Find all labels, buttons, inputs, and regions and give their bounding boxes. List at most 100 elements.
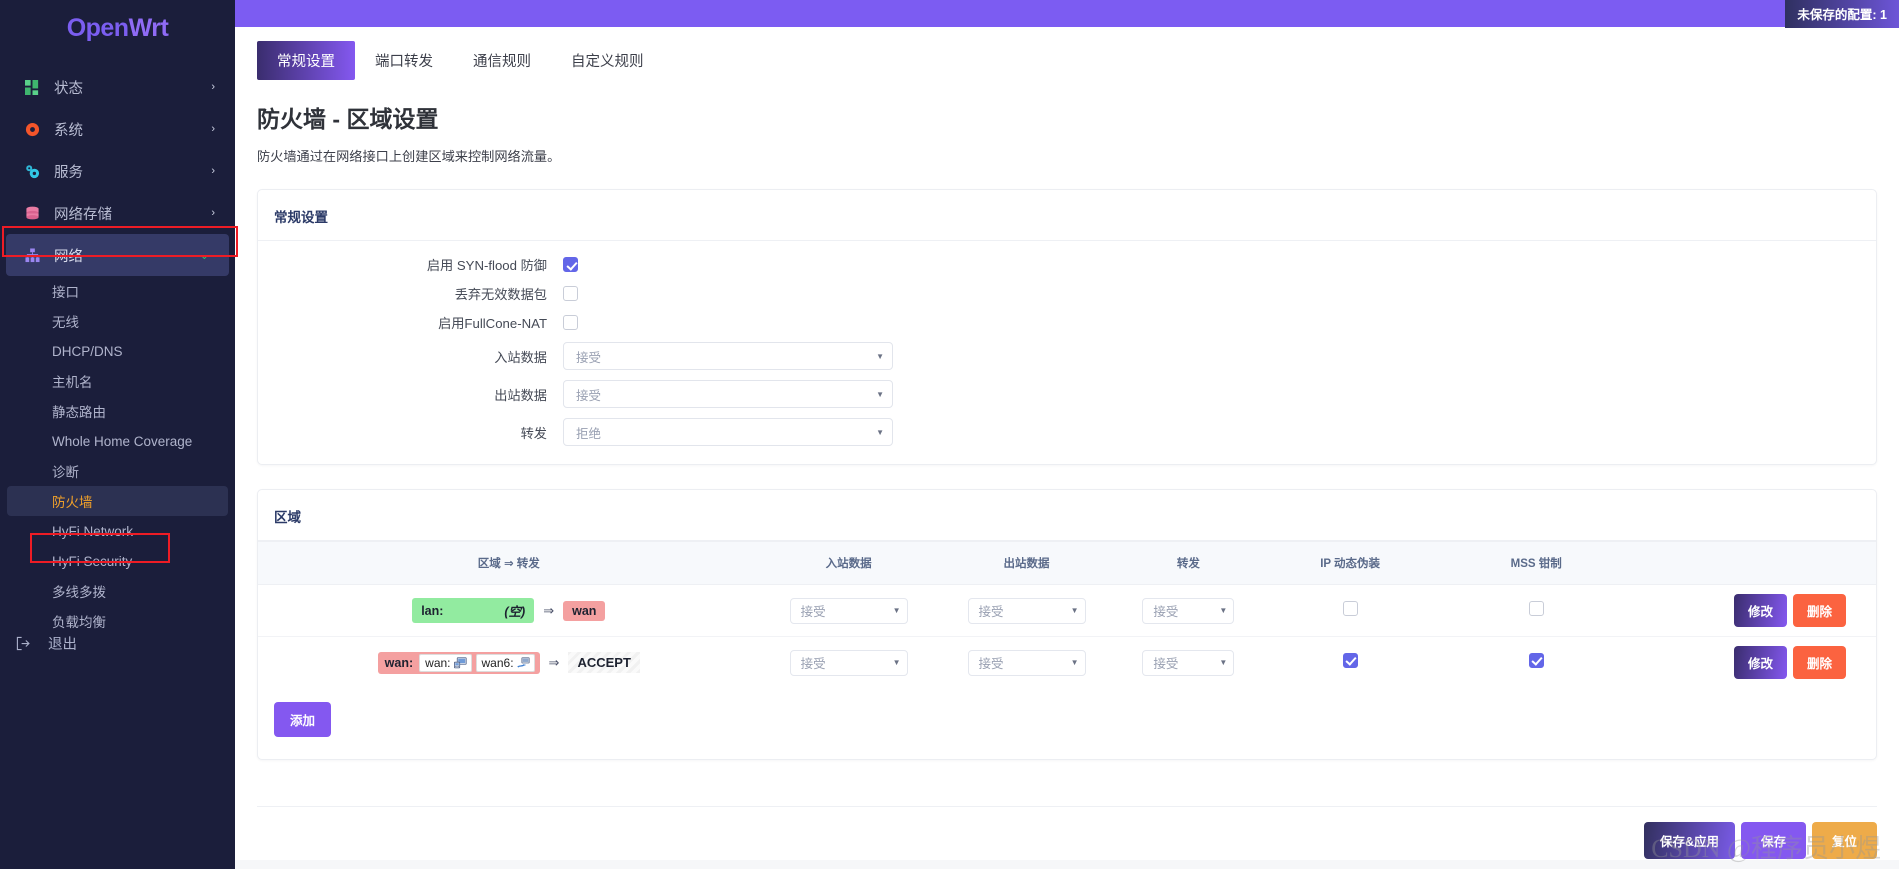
zone-chain-wan: wan: wan: wan6: ⇒ ACCEPT — [258, 651, 760, 674]
zone-tag-wan[interactable]: wan: wan: wan6: — [377, 651, 540, 674]
edit-zone-button[interactable]: 修改 — [1733, 646, 1787, 679]
select-zone-forward[interactable]: 接受 ▼ — [1142, 649, 1235, 676]
zone-tag-lan[interactable]: lan: (空) — [412, 598, 535, 623]
gear-icon — [22, 122, 42, 137]
chevron-down-icon: ▼ — [1070, 658, 1079, 667]
sidebar-subitem-hyfi-network[interactable]: HyFi Network — [0, 516, 235, 546]
sidebar-subitem-static-routes[interactable]: 静态路由 — [0, 396, 235, 426]
interface-chip-label: wan: — [425, 655, 451, 670]
checkbox-masquerading[interactable] — [1342, 652, 1358, 668]
logout-label: 退出 — [48, 637, 77, 653]
form-row-fullcone-nat: 启用FullCone-NAT — [258, 313, 1876, 332]
chevron-down-icon: ▼ — [892, 606, 901, 615]
select-input[interactable]: 接受 ▼ — [563, 342, 893, 370]
add-zone-button[interactable]: 添加 — [274, 702, 332, 737]
logout-button[interactable]: 退出 — [0, 633, 77, 654]
sidebar-item-label: 系统 — [54, 122, 83, 139]
sidebar-subitem-hyfi-security[interactable]: HyFi Security — [0, 546, 235, 576]
primary-nav: 状态 › 系统 › 服务 › 网络存储 › 网络 ⌄ 接口 无线 DHCP/DN… — [0, 66, 235, 636]
reset-button[interactable]: 复位 — [1811, 822, 1877, 859]
sidebar-item-status[interactable]: 状态 › — [0, 66, 235, 108]
chevron-right-icon: › — [211, 81, 215, 93]
delete-zone-button[interactable]: 删除 — [1792, 594, 1846, 627]
tab-traffic-rules[interactable]: 通信规则 — [453, 41, 551, 80]
label-output: 出站数据 — [494, 387, 547, 403]
sidebar-item-label: 状态 — [54, 80, 83, 97]
arrow-icon: ⇒ — [548, 654, 560, 670]
sidebar-subitem-wireless[interactable]: 无线 — [0, 306, 235, 336]
delete-zone-button[interactable]: 删除 — [1792, 646, 1846, 679]
chevron-down-icon: ▼ — [892, 658, 901, 667]
select-zone-output-value: 接受 — [978, 657, 1004, 671]
general-settings-body: 启用 SYN-flood 防御 丢弃无效数据包 启用FullCone-NAT 入… — [258, 241, 1876, 464]
col-mss-clamping: MSS 钳制 — [1439, 541, 1634, 585]
sidebar: Open Wrt 状态 › 系统 › 服务 › 网络存储 › 网络 ⌄ 接口 无… — [0, 0, 235, 869]
save-and-apply-button[interactable]: 保存&应用 — [1643, 822, 1735, 859]
general-settings-title: 常规设置 — [258, 190, 1876, 241]
tunnel-icon — [516, 656, 530, 669]
zone-target-wan[interactable]: wan — [563, 600, 606, 621]
sidebar-item-system[interactable]: 系统 › — [0, 108, 235, 150]
sidebar-subitem-interfaces[interactable]: 接口 — [0, 276, 235, 306]
cell-forward: 接受 ▼ — [1116, 637, 1262, 689]
zone-tag-empty: (空) — [504, 605, 526, 619]
cell-actions: 修改 删除 — [1633, 584, 1876, 637]
sidebar-item-label: 网络 — [54, 248, 83, 265]
form-row-input: 入站数据 接受 ▼ — [258, 342, 1876, 370]
status-icon — [22, 79, 42, 95]
table-row: wan: wan: wan6: ⇒ ACCEPT 接受 ▼ 接受 ▼ 接受 ▼ … — [258, 637, 1876, 689]
general-settings-card: 常规设置 启用 SYN-flood 防御 丢弃无效数据包 启用FullCone-… — [257, 189, 1877, 465]
sidebar-subitem-diagnostics[interactable]: 诊断 — [0, 456, 235, 486]
zone-target-accept[interactable]: ACCEPT — [568, 652, 640, 673]
cell-masquerading — [1261, 637, 1439, 689]
sidebar-item-services[interactable]: 服务 › — [0, 150, 235, 192]
select-forward[interactable]: 拒绝 ▼ — [563, 418, 893, 446]
sidebar-subitem-firewall[interactable]: 防火墙 — [7, 486, 228, 516]
form-row-output: 出站数据 接受 ▼ — [258, 380, 1876, 408]
checkbox-mss-clamping[interactable] — [1528, 652, 1544, 668]
zones-card: 区域 区域 ⇒ 转发 入站数据 出站数据 转发 IP 动态伪装 MSS 钳制 l… — [257, 489, 1877, 760]
edit-zone-button[interactable]: 修改 — [1733, 594, 1787, 627]
sidebar-item-network[interactable]: 网络 ⌄ — [6, 234, 229, 276]
tab-port-forwarding[interactable]: 端口转发 — [355, 41, 453, 80]
chevron-down-icon: ▼ — [1070, 606, 1079, 615]
page-title: 防火墙 - 区域设置 — [257, 106, 439, 132]
tab-custom-rules[interactable]: 自定义规则 — [551, 41, 664, 80]
select-zone-forward[interactable]: 接受 ▼ — [1142, 597, 1235, 624]
select-zone-input[interactable]: 接受 ▼ — [789, 597, 908, 624]
sidebar-subitem-load-balance[interactable]: 负载均衡 — [0, 606, 235, 636]
chevron-down-icon: ▼ — [876, 351, 884, 361]
unsaved-changes-badge[interactable]: 未保存的配置: 1 — [1785, 0, 1899, 28]
save-button[interactable]: 保存 — [1740, 822, 1806, 859]
zones-table: 区域 ⇒ 转发 入站数据 出站数据 转发 IP 动态伪装 MSS 钳制 lan:… — [258, 541, 1876, 688]
checkbox-fullcone-nat[interactable] — [563, 315, 578, 330]
zone-chain-cell: lan: (空) ⇒ wan — [258, 584, 760, 637]
select-zone-output[interactable]: 接受 ▼ — [967, 649, 1086, 676]
tab-general-settings[interactable]: 常规设置 — [257, 41, 355, 80]
select-zone-output[interactable]: 接受 ▼ — [967, 597, 1086, 624]
chevron-right-icon: › — [211, 165, 215, 177]
checkbox-drop-invalid[interactable] — [563, 286, 578, 301]
cell-input: 接受 ▼ — [760, 637, 938, 689]
arrow-icon: ⇒ — [543, 602, 555, 618]
select-zone-input[interactable]: 接受 ▼ — [789, 649, 908, 676]
select-output-value: 接受 — [576, 388, 602, 403]
label-fullcone-nat: 启用FullCone-NAT — [438, 316, 547, 331]
interface-chip-wan6[interactable]: wan6: — [475, 653, 535, 672]
chevron-down-icon: ▼ — [876, 427, 884, 437]
sidebar-subitem-dhcp-dns[interactable]: DHCP/DNS — [0, 336, 235, 366]
sidebar-subitem-hostname[interactable]: 主机名 — [0, 366, 235, 396]
chevron-right-icon: › — [211, 123, 215, 135]
sidebar-item-storage[interactable]: 网络存储 › — [0, 192, 235, 234]
checkbox-syn-flood[interactable] — [563, 257, 578, 272]
zone-chain-lan: lan: (空) ⇒ wan — [258, 598, 760, 623]
checkbox-mss-clamping[interactable] — [1528, 600, 1544, 616]
zone-chain-cell: wan: wan: wan6: ⇒ ACCEPT — [258, 637, 760, 689]
sidebar-subitem-whole-home-coverage[interactable]: Whole Home Coverage — [0, 426, 235, 456]
main-content: 未保存的配置: 1 常规设置 端口转发 通信规则 自定义规则 防火墙 - 区域设… — [235, 0, 1899, 869]
sidebar-subitem-multiwan[interactable]: 多线多拨 — [0, 576, 235, 606]
interface-chip-wan[interactable]: wan: — [419, 653, 472, 672]
select-output[interactable]: 接受 ▼ — [563, 380, 893, 408]
checkbox-masquerading[interactable] — [1342, 600, 1358, 616]
ethernet-icon — [453, 656, 467, 669]
